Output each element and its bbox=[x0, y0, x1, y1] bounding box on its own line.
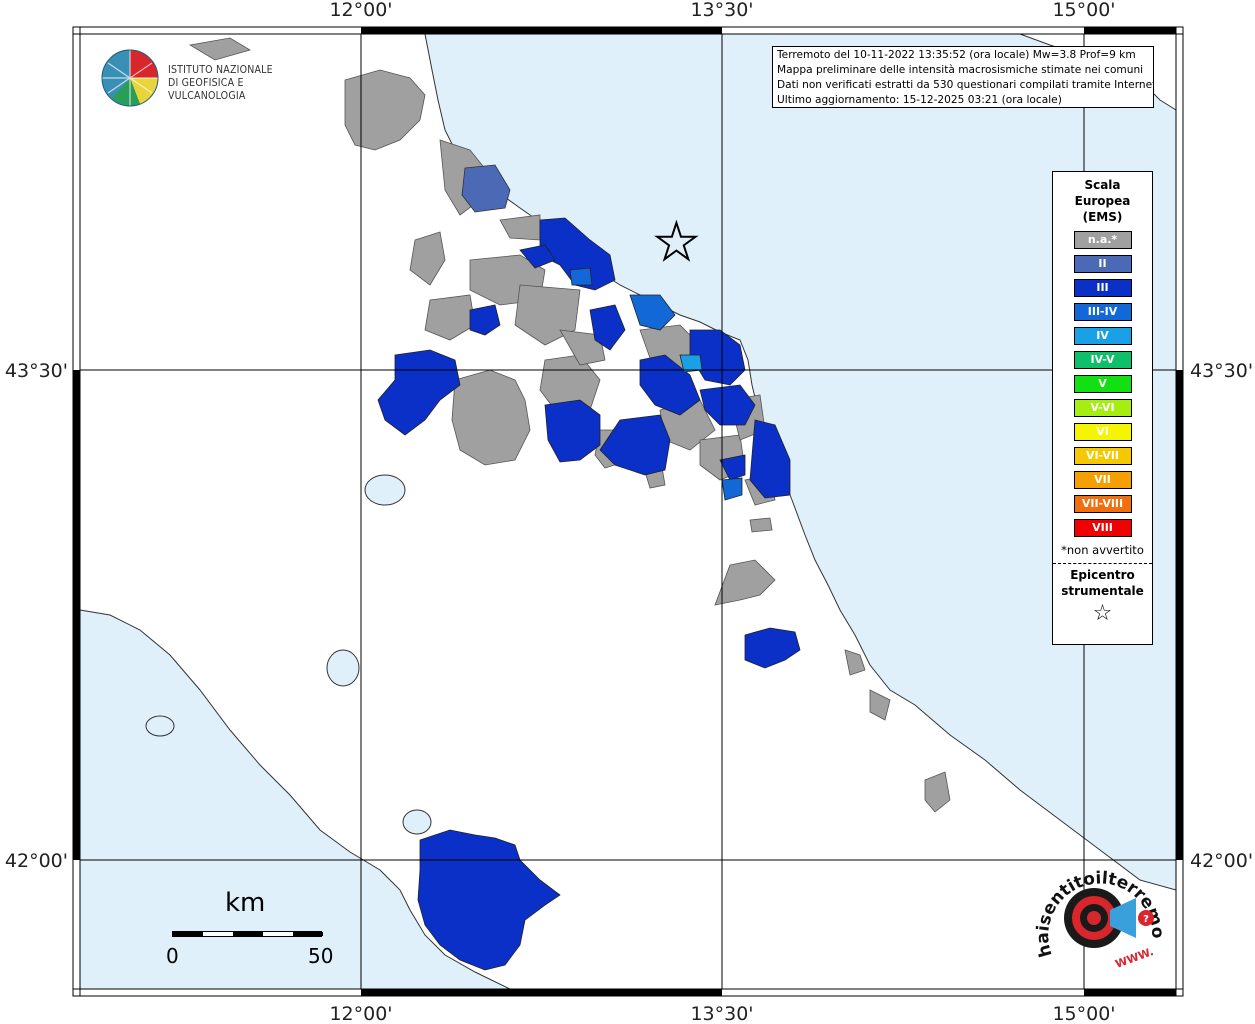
intensity-iv-area bbox=[679, 354, 703, 373]
left-lat-label-1: 43°30' bbox=[5, 360, 68, 382]
legend-item: IV-V bbox=[1073, 351, 1132, 369]
map-area bbox=[79, 33, 1177, 990]
watermark-url: WWW. bbox=[1114, 945, 1156, 971]
legend-item: VI bbox=[1073, 423, 1132, 441]
legend-item: VI-VII bbox=[1073, 447, 1132, 465]
scale-segment bbox=[173, 932, 203, 936]
top-lon-label-3: 15°00' bbox=[1052, 0, 1115, 21]
ems-legend: Scala Europea (EMS) n.a.* II III III-IV IV IV… bbox=[1052, 171, 1153, 645]
logo-name-line1: Istituto Nazionale bbox=[168, 64, 273, 76]
legend-epicenter-line1: Epicentro bbox=[1070, 568, 1135, 582]
svg-text:?: ? bbox=[1143, 914, 1149, 925]
info-line-1: Terremoto del 10-11-2022 13:35:52 (ora l… bbox=[777, 49, 1136, 61]
ingv-logo: Istituto Nazionale di Geofisica e Vulcan… bbox=[100, 48, 320, 108]
legend-items: n.a.* II III III-IV IV IV-V V V-VI VI VI-VII VII VI… bbox=[1053, 231, 1152, 537]
legend-item: II bbox=[1073, 255, 1132, 273]
globe-icon bbox=[101, 49, 159, 107]
scale-unit: km bbox=[225, 888, 266, 918]
top-lon-label-1: 12°00' bbox=[329, 0, 392, 21]
legend-title-line1: Scala bbox=[1084, 178, 1121, 192]
legend-title-line2: Europea bbox=[1074, 194, 1131, 208]
scale-segment bbox=[293, 932, 323, 936]
legend-item: V-VI bbox=[1073, 399, 1132, 417]
left-lat-label-2: 42°00' bbox=[5, 850, 68, 872]
legend-item: VII bbox=[1073, 471, 1132, 489]
bottom-lon-label-3: 15°00' bbox=[1052, 1003, 1115, 1024]
legend-item: IV bbox=[1073, 327, 1132, 345]
epicenter-star-icon: ★ bbox=[653, 213, 700, 271]
legend-epicenter-label: Epicentro strumentale bbox=[1053, 567, 1152, 599]
haisentito-logo: haisentitoilterremoto.it ? WWW. bbox=[1026, 845, 1180, 978]
top-lon-label-2: 13°30' bbox=[690, 0, 753, 21]
scale-start-label: 0 bbox=[166, 944, 179, 968]
info-line-3: Dati non verificati estratti da 530 ques… bbox=[777, 79, 1154, 91]
legend-item: V bbox=[1073, 375, 1132, 393]
scale-segment bbox=[263, 932, 293, 936]
legend-item: III bbox=[1073, 279, 1132, 297]
logo-name-line2: di Geofisica e Vulcanologia bbox=[168, 77, 246, 102]
legend-divider bbox=[1053, 563, 1152, 564]
scale-segment bbox=[233, 932, 263, 936]
legend-item: III-IV bbox=[1073, 303, 1132, 321]
legend-note: *non avvertito bbox=[1061, 543, 1144, 557]
bottom-lon-label-2: 13°30' bbox=[690, 1003, 753, 1024]
event-info-box: Terremoto del 10-11-2022 13:35:52 (ora l… bbox=[772, 46, 1154, 108]
legend-item: VIII bbox=[1073, 519, 1132, 537]
bottom-lon-label-1: 12°00' bbox=[329, 1003, 392, 1024]
info-line-2: Mappa preliminare delle intensità macros… bbox=[777, 64, 1144, 76]
legend-item: VII-VIII bbox=[1073, 495, 1132, 513]
legend-title-line3: (EMS) bbox=[1082, 210, 1123, 224]
legend-title: Scala Europea (EMS) bbox=[1053, 177, 1152, 225]
scale-segment bbox=[203, 932, 233, 936]
info-line-4: Ultimo aggiornamento: 15-12-2025 03:21 (… bbox=[777, 94, 1062, 106]
scale-bar-graphic bbox=[172, 931, 323, 937]
right-lat-label-1: 43°30' bbox=[1190, 360, 1253, 382]
scale-bar: km 0 50 bbox=[160, 888, 340, 968]
legend-item: n.a.* bbox=[1073, 231, 1132, 249]
legend-star-icon: ☆ bbox=[1092, 601, 1113, 626]
right-lat-label-2: 42°00' bbox=[1190, 850, 1253, 872]
haisentito-logo-icon: haisentitoilterremoto.it ? WWW. bbox=[1026, 845, 1167, 971]
scale-end-label: 50 bbox=[308, 944, 334, 968]
legend-epicenter-line2: strumentale bbox=[1061, 584, 1144, 598]
